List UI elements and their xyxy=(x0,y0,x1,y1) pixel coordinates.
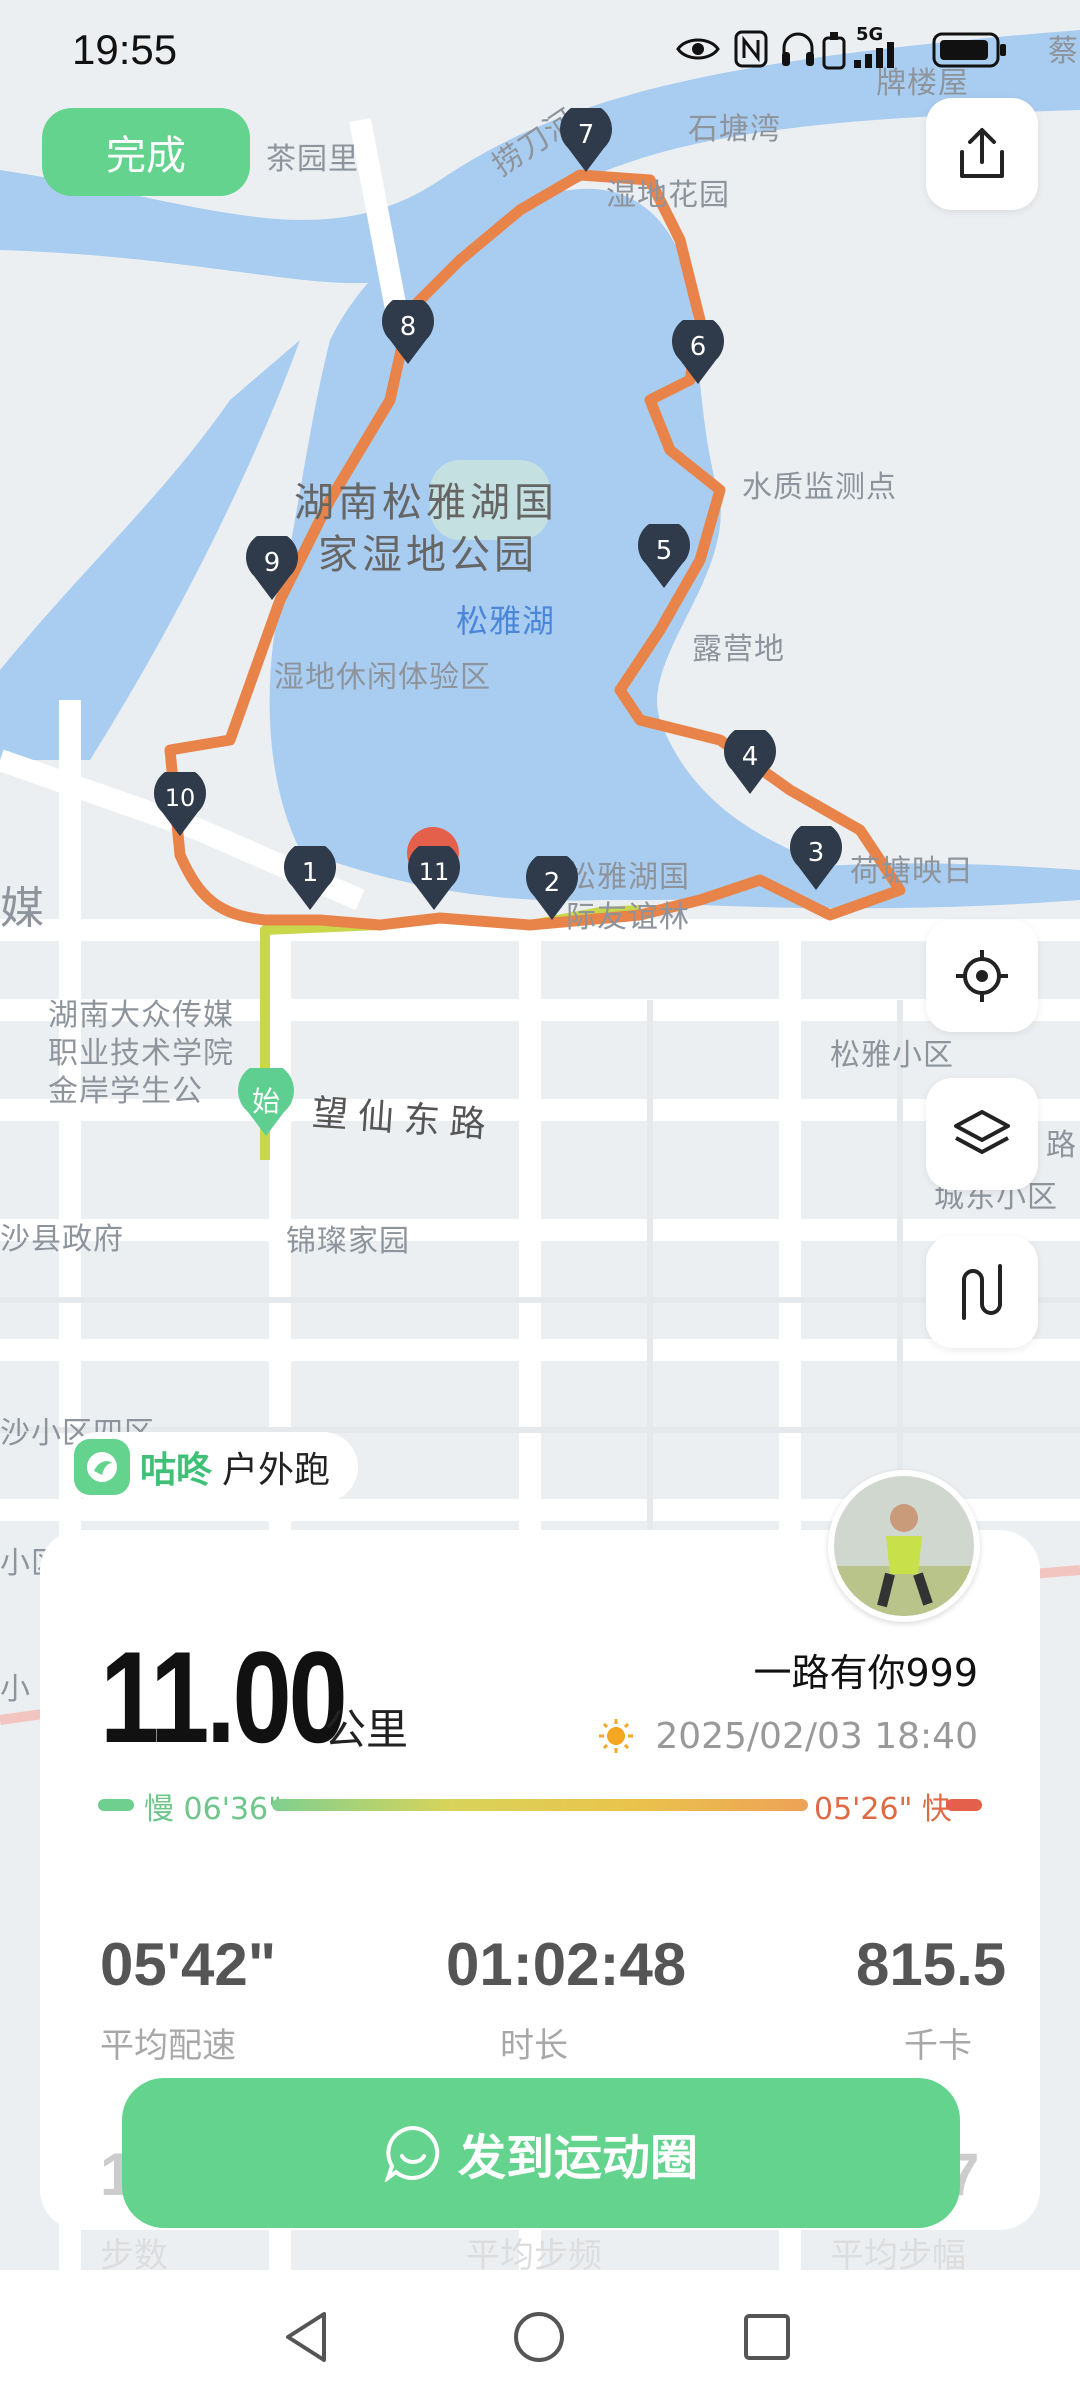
layers-icon xyxy=(954,1110,1010,1154)
locate-icon xyxy=(956,950,1008,1002)
km-marker-10-label: 10 xyxy=(164,784,196,812)
eye-icon xyxy=(676,38,720,60)
share-icon xyxy=(960,128,1004,178)
lake-label: 松雅湖 xyxy=(456,602,556,640)
fast-pace-cap xyxy=(946,1799,982,1811)
km-marker-11-label: 11 xyxy=(418,858,450,886)
jincan-label: 锦璨家园 xyxy=(286,1224,410,1259)
battery-icon xyxy=(932,32,1006,68)
activity-type: 户外跑 xyxy=(222,1450,331,1491)
sun-icon xyxy=(599,1719,633,1753)
system-nav-bar xyxy=(0,2270,1080,2400)
camp-label: 露营地 xyxy=(692,632,785,667)
calories-label: 千卡 xyxy=(904,2026,972,2066)
back-nav-icon[interactable] xyxy=(282,2310,332,2364)
km-marker-4[interactable]: 4 xyxy=(722,725,778,796)
done-button[interactable]: 完成 xyxy=(42,108,250,196)
km-marker-2-label: 2 xyxy=(543,868,561,898)
shitangwan-label: 石塘湾 xyxy=(688,112,781,147)
avatar[interactable] xyxy=(828,1470,980,1622)
home-nav-icon[interactable] xyxy=(512,2310,566,2364)
km-marker-9[interactable]: 9 xyxy=(244,531,300,602)
chat-bubble-icon xyxy=(384,2125,440,2182)
km-marker-1-label: 1 xyxy=(301,858,319,888)
park2-line2: 际友谊林 xyxy=(566,900,690,935)
km-marker-6[interactable]: 6 xyxy=(670,315,726,386)
km-marker-11[interactable]: 11 xyxy=(406,841,462,912)
duration-label: 时长 xyxy=(500,2026,568,2066)
route-track-button[interactable] xyxy=(926,1236,1038,1348)
fast-pace-label: 05'26" 快 xyxy=(814,1792,952,1827)
activity-datetime: 2025/02/03 18:40 xyxy=(655,1716,978,1757)
chayuanli-label: 茶园里 xyxy=(266,142,359,177)
km-marker-5-label: 5 xyxy=(655,536,673,566)
km-marker-10[interactable]: 10 xyxy=(152,767,208,838)
xiao2-label: 小 xyxy=(0,1672,31,1707)
park-name-line1: 湖南松雅湖国 xyxy=(294,480,558,526)
college-line3: 金岸学生公 xyxy=(48,1074,203,1109)
share-export-button[interactable] xyxy=(926,98,1038,210)
brand-name: 咕咚 xyxy=(140,1450,213,1491)
km-marker-3-label: 3 xyxy=(807,838,825,868)
locate-button[interactable] xyxy=(926,920,1038,1032)
post-to-feed-button[interactable]: 发到运动圈 xyxy=(122,2078,960,2228)
hetang-label: 荷塘映日 xyxy=(850,854,974,889)
km-marker-5[interactable]: 5 xyxy=(636,519,692,590)
user-name: 一路有你999 xyxy=(753,1651,978,1695)
pace-gradient-bar xyxy=(272,1799,808,1811)
songya-community-label: 松雅小区 xyxy=(830,1038,954,1073)
km-marker-7[interactable]: 7 xyxy=(558,103,614,174)
avg-pace-label: 平均配速 xyxy=(100,2026,236,2066)
sim-icon xyxy=(822,32,846,70)
km-marker-2[interactable]: 2 xyxy=(524,851,580,922)
lu-label: 路 xyxy=(1046,1128,1077,1163)
avg-pace-value: 05'42" xyxy=(100,1931,277,1998)
shidihuayuan-label: 湿地花园 xyxy=(606,178,730,213)
water-station-label: 水质监测点 xyxy=(742,470,897,505)
experience-label: 湿地休闲体验区 xyxy=(274,660,491,695)
county-gov-label: 沙县政府 xyxy=(0,1222,124,1257)
mei-label: 媒 xyxy=(0,883,45,934)
km-marker-9-label: 9 xyxy=(263,548,281,578)
codoon-logo-icon xyxy=(74,1439,130,1495)
park-name-line2: 家湿地公园 xyxy=(318,532,538,578)
track-icon xyxy=(962,1264,1002,1320)
slow-pace-cap xyxy=(98,1799,134,1811)
km-marker-6-label: 6 xyxy=(689,332,707,362)
app-brand-chip: 咕咚 户外跑 xyxy=(64,1432,359,1502)
slow-pace-label: 慢 06'36" xyxy=(144,1792,282,1827)
map-layers-button[interactable] xyxy=(926,1078,1038,1190)
distance-value: 11.00 xyxy=(100,1624,348,1770)
signal-icon xyxy=(854,42,894,68)
km-marker-4-label: 4 xyxy=(741,742,759,772)
calories-value: 815.5 xyxy=(856,1931,1007,1998)
km-marker-8-label: 8 xyxy=(399,312,417,342)
km-marker-8[interactable]: 8 xyxy=(380,295,436,366)
status-time: 19:55 xyxy=(72,26,178,73)
km-marker-3[interactable]: 3 xyxy=(788,821,844,892)
status-bar: 19:55 5G xyxy=(0,0,1080,100)
park2-line1: 松雅湖国 xyxy=(566,860,690,895)
nfc-icon xyxy=(734,30,768,68)
headphones-icon xyxy=(782,32,814,66)
start-marker-label: 始 xyxy=(251,1085,280,1118)
recents-nav-icon[interactable] xyxy=(742,2312,792,2362)
duration-value: 01:02:48 xyxy=(446,1931,687,1998)
post-to-feed-label: 发到运动圈 xyxy=(457,2130,698,2186)
km-marker-1[interactable]: 1 xyxy=(282,841,338,912)
start-marker[interactable]: 始 xyxy=(236,1062,296,1138)
distance-unit: 公里 xyxy=(324,1705,409,1754)
km-marker-7-label: 7 xyxy=(577,120,595,150)
